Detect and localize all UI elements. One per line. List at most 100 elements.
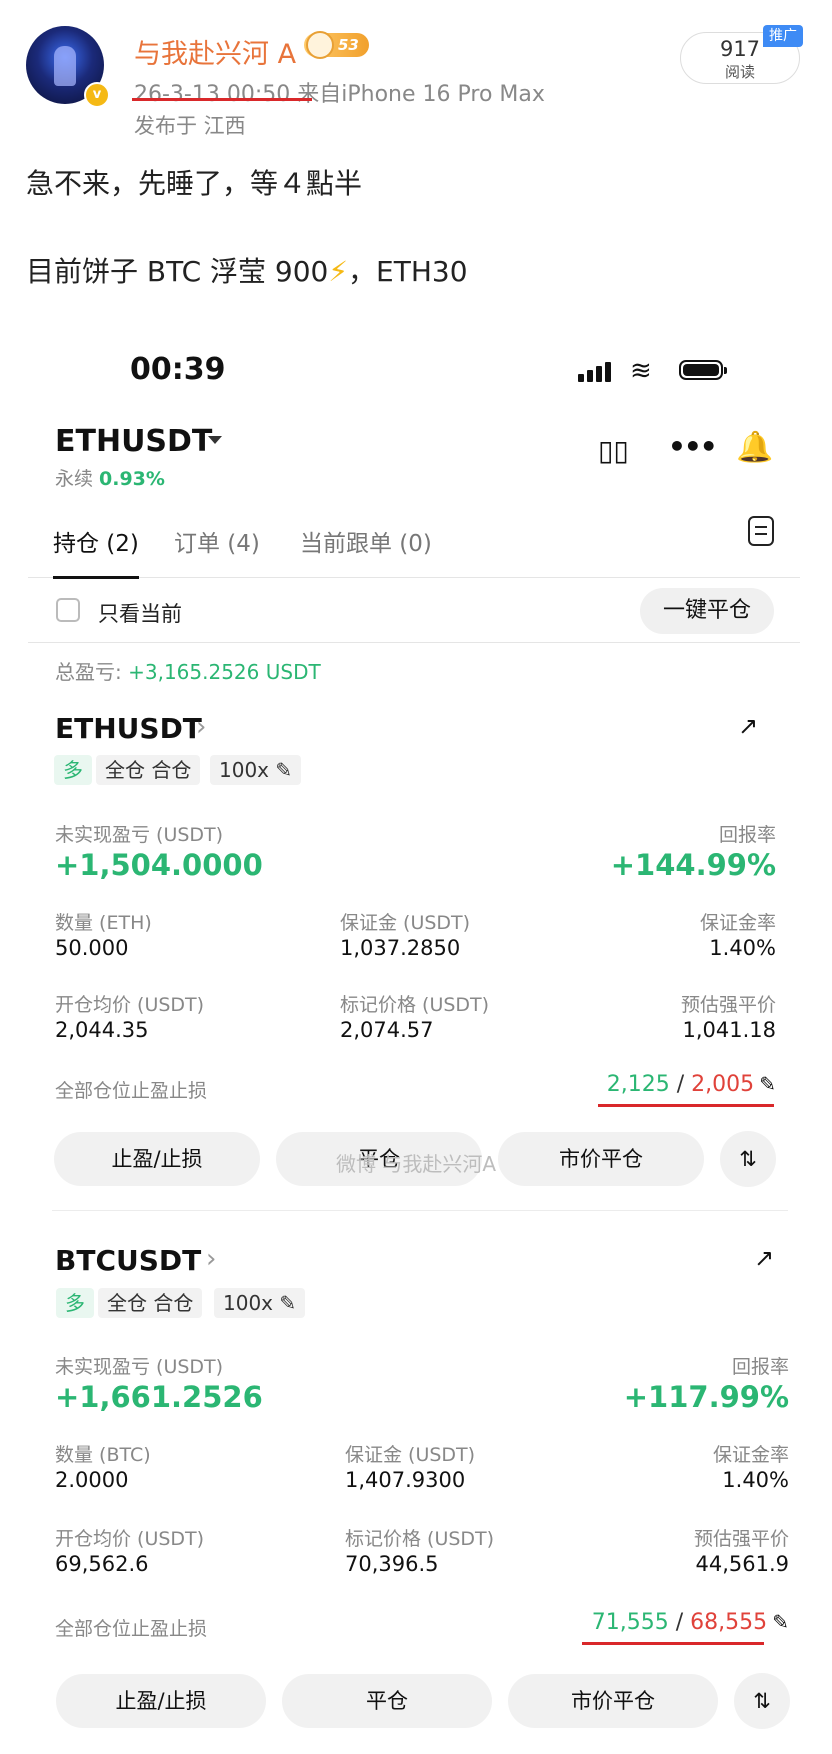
liq-value: 1,041.18 [682,1018,776,1042]
red-underline-annotation [598,1104,774,1107]
total-pnl: 总盈亏: +3,165.2526 USDT [55,660,321,684]
pnl-label: 未实现盈亏 (USDT) [55,824,224,846]
entry-value: 2,044.35 [55,1018,149,1042]
active-tab-indicator [53,576,139,579]
only-current-label[interactable]: 只看当前 [98,598,182,628]
level-badge[interactable]: 53 [304,31,369,59]
side-tag: 多 [56,1288,94,1318]
leverage-tag[interactable]: 100x ✎ [214,1288,306,1318]
post-source: 来自iPhone 16 Pro Max [297,82,545,107]
tpsl-values[interactable]: 71,555 / 68,555 ✎ [592,1610,789,1635]
wifi-icon: ≋ [630,356,652,386]
roe-value: +117.99% [623,1380,789,1414]
perp-info: 永续 0.93% [55,468,165,490]
margin-mode-tag: 全仓 合仓 [98,1288,203,1318]
status-bar-time: 00:39 [130,352,226,387]
margin-ratio-label: 保证金率 [712,1444,789,1466]
promo-badge[interactable]: 推广 [763,25,803,47]
pair-selector[interactable]: ETHUSDT [55,424,212,459]
tab-positions[interactable]: 持仓 (2) [53,524,139,558]
market-close-button[interactable]: 市价平仓 [498,1132,704,1186]
entry-value: 69,562.6 [55,1552,149,1576]
side-tag: 多 [54,755,92,785]
divider [28,642,800,643]
watermark: 微博 与我赴兴河A [336,1152,497,1176]
take-profit-value: 2,125 [606,1072,670,1097]
position-symbol[interactable]: ETHUSDT [55,712,202,745]
margin-value: 1,037.2850 [340,936,461,960]
pencil-icon[interactable]: ✎ [772,1610,789,1634]
username[interactable]: 与我赴兴河 A [134,32,296,71]
qty-value: 2.0000 [55,1468,129,1492]
liq-value: 44,561.9 [695,1552,789,1576]
chevron-right-icon[interactable]: › [196,712,206,742]
tab-orders[interactable]: 订单 (4) [174,524,260,558]
pencil-icon: ✎ [275,758,293,782]
tpsl-label: 全部仓位止盈止损 [55,1618,208,1640]
post-text-line1: 急不来，先睡了，等４點半 [26,167,363,200]
tpsl-label: 全部仓位止盈止损 [55,1080,208,1102]
divider [28,577,800,578]
margin-label: 保证金 (USDT) [340,912,471,934]
position-symbol[interactable]: BTCUSDT [55,1244,201,1277]
perp-change: 0.93% [99,468,165,490]
margin-ratio-label: 保证金率 [699,912,776,934]
tpsl-button[interactable]: 止盈/止损 [54,1132,260,1186]
tpsl-button[interactable]: 止盈/止损 [56,1674,266,1728]
liq-label: 预估强平价 [680,994,776,1016]
post-datetime: 26-3-13 00:50 [134,82,291,107]
more-icon[interactable]: ••• [668,430,718,463]
mark-value: 2,074.57 [340,1018,434,1042]
tpsl-values[interactable]: 2,125 / 2,005 ✎ [607,1072,776,1097]
roe-value: +144.99% [610,848,776,882]
margin-mode-tag: 全仓 合仓 [96,755,201,785]
verified-badge-icon: v [84,82,110,108]
red-underline-annotation [582,1642,764,1645]
liq-label: 预估强平价 [693,1528,789,1550]
close-all-button[interactable]: 一键平仓 [640,588,774,634]
post-meta: 26-3-13 00:50 来自iPhone 16 Pro Max [134,76,545,108]
lightning-icon: ⚡ [328,255,349,288]
entry-label: 开仓均价 (USDT) [55,1528,205,1550]
only-current-checkbox[interactable] [56,598,80,622]
post-text-line2: 目前饼子 BTC 浮莹 900⚡，ETH30 [26,255,468,288]
chevron-right-icon[interactable]: › [206,1244,216,1274]
pencil-icon[interactable]: ✎ [759,1072,776,1096]
margin-value: 1,407.9300 [345,1468,466,1492]
pnl-label: 未实现盈亏 (USDT) [55,1356,224,1378]
candlestick-chart-icon[interactable]: ▯▯ [598,434,629,467]
battery-icon [679,360,727,380]
market-close-button[interactable]: 市价平仓 [508,1674,718,1728]
reverse-position-icon[interactable]: ⇅ [720,1131,776,1187]
mark-value: 70,396.5 [345,1552,439,1576]
post-location: 发布于 江西 [134,114,246,138]
views-label: 阅读 [724,63,755,81]
roe-label: 回报率 [731,1356,789,1378]
entry-label: 开仓均价 (USDT) [55,994,205,1016]
leverage-tag[interactable]: 100x ✎ [210,755,302,785]
astronaut-icon [306,31,334,59]
pencil-icon: ✎ [279,1291,297,1315]
total-pnl-value: +3,165.2526 USDT [128,660,321,684]
reverse-position-icon[interactable]: ⇅ [734,1673,790,1729]
mark-label: 标记价格 (USDT) [340,994,490,1016]
margin-label: 保证金 (USDT) [345,1444,476,1466]
share-icon[interactable]: ↗ [738,712,758,740]
mark-label: 标记价格 (USDT) [345,1528,495,1550]
bell-icon[interactable]: 🔔 [736,430,773,465]
qty-label: 数量 (BTC) [55,1444,151,1466]
signal-icon [578,362,614,382]
document-icon[interactable] [748,516,774,546]
pnl-value: +1,661.2526 [55,1380,263,1414]
divider [52,1210,788,1211]
margin-ratio-value: 1.40% [709,936,776,960]
tab-copy-trading[interactable]: 当前跟单 (0) [300,524,432,558]
close-button[interactable]: 平仓 [282,1674,492,1728]
pnl-value: +1,504.0000 [55,848,263,882]
share-icon[interactable]: ↗ [754,1244,774,1272]
caret-down-icon[interactable] [208,436,222,444]
red-underline-annotation [132,98,312,101]
roe-label: 回报率 [718,824,776,846]
take-profit-value: 71,555 [591,1610,669,1635]
stop-loss-value: 68,555 [690,1610,768,1635]
